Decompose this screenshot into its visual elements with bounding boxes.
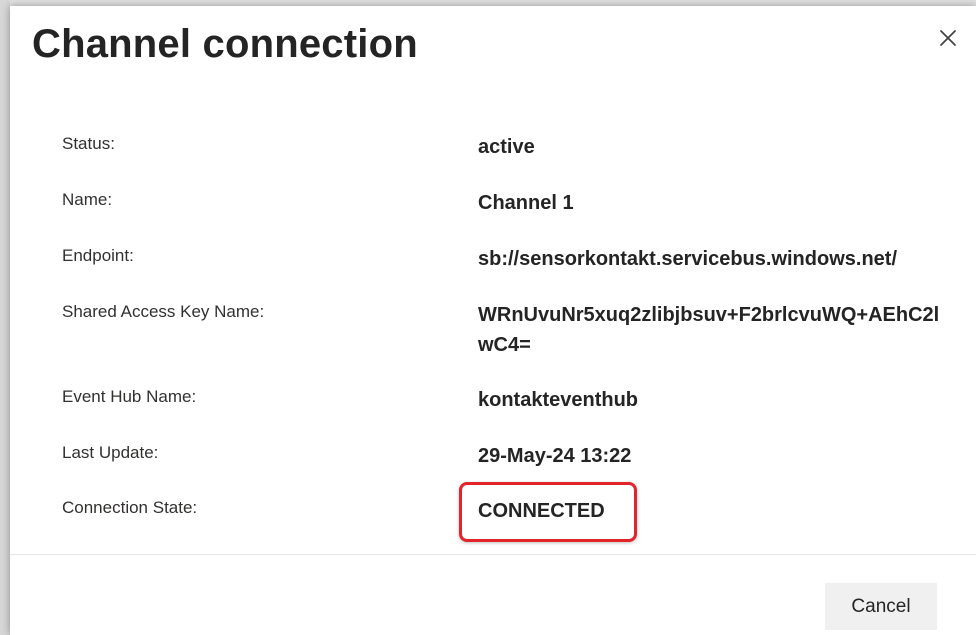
close-button[interactable] xyxy=(934,24,962,52)
shared-access-key-value: WRnUvuNr5xuq2zlibjbsuv+F2brlcvuWQ+AEhC2l… xyxy=(478,304,940,356)
backdrop-edge xyxy=(0,0,10,635)
last-update-label: Last Update: xyxy=(62,443,159,462)
endpoint-label: Endpoint: xyxy=(62,246,134,265)
shared-access-key-label: Shared Access Key Name: xyxy=(62,302,265,321)
close-icon xyxy=(940,30,956,46)
footer-divider xyxy=(10,554,976,555)
status-label: Status: xyxy=(62,134,115,153)
channel-connection-dialog: Channel connection Status: active Name: … xyxy=(10,6,976,635)
status-value: active xyxy=(478,136,535,158)
dialog-title: Channel connection xyxy=(32,22,418,66)
endpoint-value: sb://sensorkontakt.servicebus.windows.ne… xyxy=(478,248,898,270)
connection-state-highlight xyxy=(459,482,637,542)
last-update-value: 29-May-24 13:22 xyxy=(478,445,632,467)
cancel-button[interactable]: Cancel xyxy=(825,583,937,630)
event-hub-name-value: kontakteventhub xyxy=(478,389,639,411)
connection-state-label: Connection State: xyxy=(62,498,198,517)
event-hub-name-label: Event Hub Name: xyxy=(62,387,197,406)
name-value: Channel 1 xyxy=(478,192,574,214)
name-label: Name: xyxy=(62,190,113,209)
